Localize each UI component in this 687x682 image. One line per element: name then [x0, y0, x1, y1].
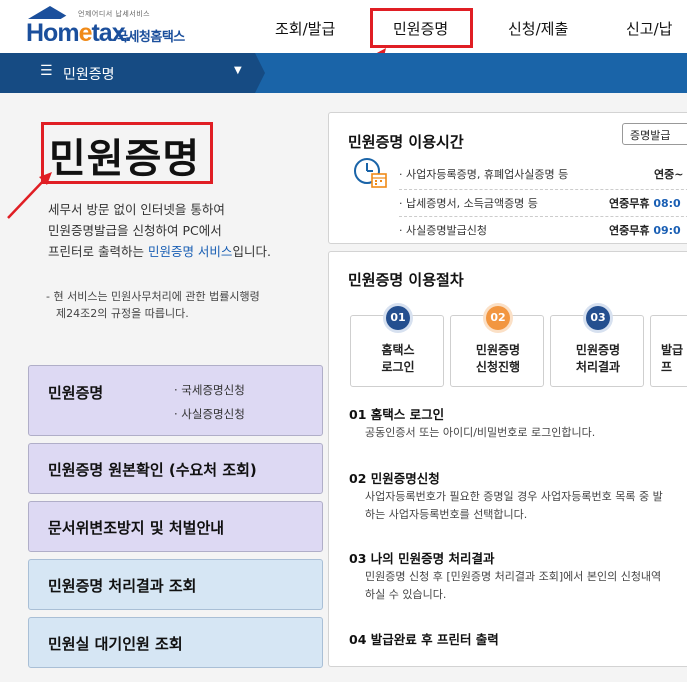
- waiting-count-button[interactable]: 민원실 대기인원 조회: [28, 617, 323, 668]
- detail-text: 민원증명 신청 후 [민원증명 처리결과 조회]에서 본인의 신청내역 하실 수 …: [365, 570, 662, 601]
- step-number: 02: [486, 306, 510, 330]
- logo-slogan: 언제어디서 납세서비스: [78, 10, 151, 18]
- menu-bar-arrow: [255, 53, 265, 93]
- hours-row: · 사업자등록증명, 휴폐업사실증명 등 연중~: [399, 168, 684, 181]
- cert-issue-button[interactable]: 증명발급: [622, 123, 687, 145]
- site-header: 언제어디서 납세서비스 Hometax. 국세청홈택스 조회/발급 민원증명 신…: [0, 0, 687, 91]
- detail-text: 공동인증서 또는 아이디/비밀번호로 로그인합니다.: [365, 426, 596, 439]
- logo-wordmark: Hometax.: [26, 19, 132, 47]
- detail-heading: 04 발급완료 후 프린터 출력: [349, 632, 499, 647]
- page: 언제어디서 납세서비스 Hometax. 국세청홈택스 조회/발급 민원증명 신…: [0, 0, 687, 682]
- hours-panel: 민원증명 이용시간 증명발급 · 사업자등록증명, 휴폐업사실증명 등 연중~ …: [328, 112, 687, 244]
- fact-certificate-link[interactable]: · 사실증명신청: [174, 406, 245, 422]
- procedure-title: 민원증명 이용절차: [348, 271, 464, 289]
- result-inquiry-button[interactable]: 민원증명 처리결과 조회: [28, 559, 323, 610]
- forgery-prevention-button[interactable]: 문서위변조방지 및 처벌안내: [28, 501, 323, 552]
- hours-row: · 납세증명서, 소득금액증명 등 연중무휴 08:0: [399, 189, 687, 214]
- original-check-button[interactable]: 민원증명 원본확인 (수요처 조회): [28, 443, 323, 494]
- nav-application-submit[interactable]: 신청/제출: [508, 18, 568, 39]
- hours-row: · 사실증명발급신청 연중무휴 09:0: [399, 216, 687, 241]
- step-number: 03: [586, 306, 610, 330]
- step-card: 02 민원증명 신청진행: [450, 306, 544, 387]
- menu-dropdown[interactable]: ☰ 민원증명 ▼: [0, 53, 255, 93]
- civil-certificate-button[interactable]: 민원증명 · 국세증명신청 · 사실증명신청: [28, 365, 323, 436]
- page-description: 세무서 방문 없이 인터넷을 통하여 민원증명발급을 신청하여 PC에서 프린터…: [48, 202, 271, 259]
- hometax-logo[interactable]: 언제어디서 납세서비스 Hometax. 국세청홈택스: [26, 6, 216, 50]
- nav-report-pay[interactable]: 신고/납: [626, 18, 672, 39]
- menu-bar: ☰ 민원증명 ▼: [0, 53, 687, 93]
- step-card: 발급 프: [650, 315, 687, 387]
- caret-down-icon: ▼: [234, 65, 242, 76]
- logo-roof-icon: [28, 6, 89, 20]
- step-number: 01: [386, 306, 410, 330]
- legal-note: - 현 서비스는 민원사무처리에 관한 법률시행령 제24조2의 규정을 따릅니…: [46, 290, 260, 320]
- detail-heading: 03 나의 민원증명 처리결과: [349, 551, 495, 566]
- menu-title: 민원증명: [63, 67, 115, 83]
- nav-highlight-box: [370, 8, 473, 48]
- national-tax-certificate-link[interactable]: · 국세증명신청: [174, 382, 245, 398]
- nav-inquiry-issue[interactable]: 조회/발급: [275, 18, 335, 39]
- detail-heading: 02 민원증명신청: [349, 471, 440, 486]
- step-card: 03 민원증명 처리결과: [550, 306, 644, 387]
- title-highlight-box: [41, 122, 213, 184]
- service-link[interactable]: 민원증명 서비스: [148, 244, 232, 259]
- detail-heading: 01 홈택스 로그인: [349, 407, 445, 422]
- hours-title: 민원증명 이용시간: [348, 133, 464, 151]
- hamburger-icon: ☰: [40, 63, 53, 79]
- step-card: 01 홈택스 로그인: [350, 306, 444, 387]
- detail-text: 사업자등록번호가 필요한 증명일 경우 사업자등록번호 목록 중 발 하는 사업자…: [365, 490, 663, 521]
- logo-korean-name: 국세청홈택스: [116, 30, 185, 45]
- clock-calendar-icon: [354, 158, 387, 188]
- procedure-panel: 민원증명 이용절차 01 홈택스 로그인 02 민원증명 신청진행 03 민원증명 처…: [328, 251, 687, 667]
